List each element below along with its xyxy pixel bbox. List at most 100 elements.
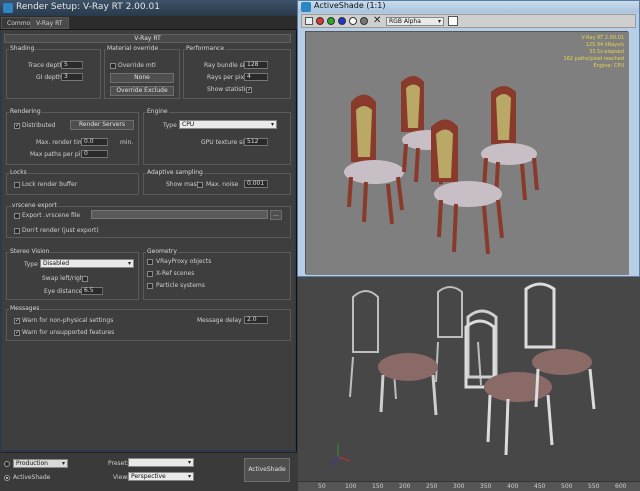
rendered-chairs (306, 32, 629, 275)
max-noise-spinner[interactable]: 0.001 (244, 180, 268, 188)
stereo-type-label: Type (24, 261, 38, 268)
stereo-type-dropdown[interactable]: Disabled (40, 259, 134, 268)
stats-line-3: 33.5s elapsed (589, 49, 624, 55)
gi-depth-label: GI depth (36, 74, 62, 81)
ruler-tick: 550 (588, 483, 600, 490)
swap-label: Swap left/right (42, 275, 86, 282)
dont-render-checkbox[interactable] (14, 228, 20, 234)
clear-icon[interactable]: ✕ (373, 15, 381, 26)
ray-bundle-spinner[interactable]: 128 (244, 61, 268, 69)
green-channel-icon[interactable] (327, 17, 335, 25)
swap-checkbox[interactable] (82, 276, 88, 282)
view-label: View: (113, 474, 129, 481)
proxy-label: VRayProxy objects (156, 258, 212, 265)
messages-label: Messages (9, 305, 41, 312)
show-stats-checkbox[interactable] (246, 86, 252, 93)
xref-label: X-Ref scenes (156, 270, 195, 277)
override-mtl-checkbox[interactable] (110, 63, 116, 69)
ruler-tick: 600 (615, 483, 627, 490)
render-setup-titlebar[interactable]: Render Setup: V-Ray RT 2.00.01 (0, 0, 297, 16)
production-dropdown[interactable]: Production (13, 459, 68, 468)
save-icon[interactable] (305, 17, 313, 25)
lock-buffer-checkbox[interactable] (14, 182, 20, 188)
override-exclude-button[interactable]: Override Exclude (110, 86, 174, 96)
show-mask-label: Show mask (166, 181, 201, 188)
vrscene-label: .vrscene export (9, 202, 58, 209)
performance-label: Performance (185, 45, 226, 52)
activeshade-radio[interactable] (4, 475, 10, 481)
ruler-tick: 50 (318, 483, 326, 490)
message-delay-spinner[interactable]: 2.0 (244, 316, 268, 324)
red-channel-icon[interactable] (316, 17, 324, 25)
preset-dropdown[interactable] (128, 458, 194, 467)
max-noise-label: Max. noise (206, 181, 239, 188)
view-dropdown[interactable]: Perspective (128, 472, 194, 481)
ruler-tick: 500 (561, 483, 573, 490)
tab-vray-rt[interactable]: V-Ray RT (30, 17, 69, 29)
none-button[interactable]: None (110, 73, 174, 83)
stats-line-5: Engine: CPU (593, 63, 624, 69)
messages-group (6, 309, 291, 341)
eye-distance-label: Eye distance (44, 288, 83, 295)
activeshade-app-icon (301, 2, 311, 12)
proxy-checkbox[interactable] (147, 259, 153, 265)
max-paths-spinner[interactable]: 0 (81, 150, 108, 158)
activeshade-button[interactable]: ActiveShade (244, 458, 290, 482)
max-render-time-label: Max. render time (36, 139, 88, 146)
distributed-checkbox[interactable] (14, 122, 20, 129)
xref-checkbox[interactable] (147, 271, 153, 277)
warn-unsupported-checkbox[interactable] (14, 329, 20, 336)
rays-pixel-spinner[interactable]: 4 (244, 73, 268, 81)
override-mtl-label: Override mtl (118, 62, 156, 69)
blue-channel-icon[interactable] (338, 17, 346, 25)
engine-type-label: Type (163, 122, 177, 129)
production-radio[interactable] (4, 461, 10, 467)
shading-label: Shading (9, 45, 36, 52)
export-vrscene-checkbox[interactable] (14, 213, 20, 219)
vrscene-path-field[interactable] (91, 210, 268, 219)
eye-distance-spinner[interactable]: 6.5 (81, 287, 103, 295)
render-servers-button[interactable]: Render Servers (70, 120, 134, 130)
particle-checkbox[interactable] (147, 283, 153, 289)
stats-line-2: 125.94 kRays/s (585, 42, 624, 48)
gi-depth-spinner[interactable]: 3 (61, 73, 83, 81)
perspective-viewport[interactable] (298, 277, 640, 491)
ruler-tick: 250 (426, 483, 438, 490)
rendering-label: Rendering (9, 108, 42, 115)
warn-physical-label: Warn for non-physical settings (22, 317, 114, 324)
rollout-header[interactable]: V-Ray RT (4, 34, 291, 43)
time-ruler[interactable]: 50 100 150 200 250 300 350 400 450 500 5… (298, 481, 640, 491)
distributed-label: Distributed (22, 122, 56, 129)
activeshade-render-view[interactable]: V-Ray RT 2.00.01 125.94 kRays/s 33.5s el… (305, 31, 629, 275)
trace-depth-label: Trace depth (28, 62, 64, 69)
stereo-label: Stereo Vision (9, 248, 51, 255)
app-icon (3, 3, 13, 13)
engine-type-dropdown[interactable]: CPU (179, 120, 277, 129)
background-color-swatch[interactable] (448, 16, 458, 26)
export-vrscene-label: Export .vrscene file (22, 212, 81, 219)
max-render-time-spinner[interactable]: 0.0 (81, 138, 108, 146)
locks-label: Locks (9, 169, 28, 176)
gpu-texture-spinner[interactable]: 512 (244, 138, 268, 146)
activeshade-toolbar: ✕ RGB Alpha (301, 14, 636, 28)
alpha-channel-icon[interactable] (349, 17, 357, 25)
channel-dropdown[interactable]: RGB Alpha (386, 17, 444, 26)
ruler-tick: 450 (534, 483, 546, 490)
trace-depth-spinner[interactable]: 5 (61, 61, 83, 69)
warn-physical-checkbox[interactable] (14, 317, 20, 324)
mono-icon[interactable] (360, 17, 368, 25)
lock-buffer-label: Lock render buffer (22, 181, 78, 188)
stats-line-1: V-Ray RT 2.00.01 (581, 35, 624, 41)
activeshade-title: ActiveShade (1:1) (314, 1, 386, 10)
ruler-tick: 150 (372, 483, 384, 490)
render-setup-window: Render Setup: V-Ray RT 2.00.01 Common V-… (0, 0, 297, 491)
stats-line-4: 162 paths/pixel reached (563, 56, 624, 62)
ruler-tick: 100 (345, 483, 357, 490)
browse-button[interactable]: ... (270, 210, 282, 220)
show-mask-checkbox[interactable] (197, 182, 203, 188)
ruler-tick: 400 (507, 483, 519, 490)
particle-label: Particle systems (156, 282, 205, 289)
activeshade-titlebar[interactable]: ActiveShade (1:1) (298, 1, 639, 13)
activeshade-radio-label: ActiveShade (13, 474, 51, 481)
preset-label: Preset: (108, 460, 129, 467)
